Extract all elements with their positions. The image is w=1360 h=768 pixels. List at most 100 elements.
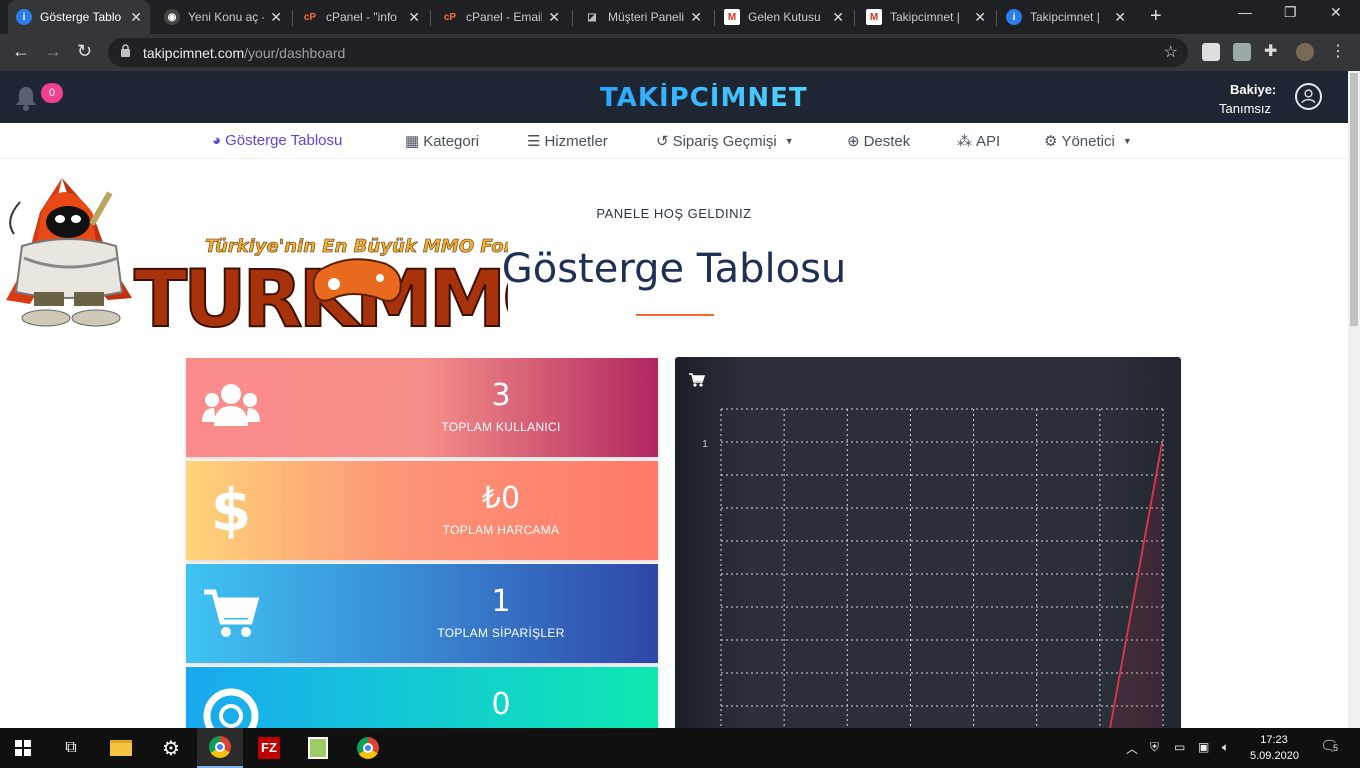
nav-item-services[interactable]: ☰ Hizmetler: [527, 132, 608, 151]
table-icon: ▦: [405, 133, 420, 150]
tab-title: Yeni Konu aç -: [188, 10, 265, 24]
minimize-button[interactable]: —: [1238, 4, 1252, 20]
notepad-plus-icon[interactable]: [295, 728, 341, 768]
list-icon: ☰: [527, 133, 541, 150]
clock-time: 17:23: [1260, 734, 1288, 746]
stat-card-spending[interactable]: $ ₺0 TOPLAM HARCAMA: [186, 461, 658, 560]
gmail-icon: M: [724, 9, 740, 25]
caret-down-icon: ▼: [784, 136, 794, 146]
bell-icon[interactable]: [14, 85, 38, 111]
stat-label: TOPLAM SİPARİŞLER: [437, 626, 565, 640]
browser-tab[interactable]: i Gösterge Tablo ✕: [8, 0, 150, 34]
stat-card-orders[interactable]: 1 TOPLAM SİPARİŞLER: [186, 564, 658, 663]
browser-tab[interactable]: cP cPanel - Email ✕: [434, 0, 568, 34]
url-host: takipcimnet.com: [143, 45, 245, 61]
lifebuoy-icon: ⊕: [847, 133, 860, 150]
dollar-icon: $: [210, 476, 252, 544]
mascot-image: [6, 178, 132, 327]
filezilla-icon[interactable]: FZ: [246, 728, 292, 768]
chrome-taskbar-icon[interactable]: [197, 728, 243, 768]
scrollbar-thumb[interactable]: [1350, 73, 1358, 326]
nav-item-category[interactable]: ▦ Kategori: [405, 132, 479, 151]
site-logo[interactable]: TAKİPCİMNET: [600, 83, 808, 113]
browser-toolbar: ← → ↻ takipcimnet.com/your/dashboard ☆ ✚…: [0, 34, 1360, 71]
settings-gear-icon[interactable]: ⚙: [148, 728, 194, 768]
users-icon: [202, 384, 260, 426]
browser-tab[interactable]: M Takipcimnet | ✕: [858, 0, 994, 34]
browser-tab[interactable]: cP cPanel - "info ✕: [294, 0, 428, 34]
close-icon[interactable]: ✕: [974, 9, 986, 26]
cart-icon: [204, 589, 260, 637]
stat-value: 1: [491, 584, 511, 619]
close-icon[interactable]: ✕: [270, 9, 282, 26]
y-tick-label: 1: [702, 439, 708, 450]
info-icon: i: [16, 9, 32, 25]
chrome-taskbar-icon-2[interactable]: [345, 728, 391, 768]
address-bar[interactable]: takipcimnet.com/your/dashboard ☆: [108, 38, 1188, 67]
notification-badge: 0: [41, 83, 63, 103]
windows-logo-icon: [15, 740, 31, 756]
tab-title: Gösterge Tablo: [40, 10, 122, 24]
browser-tab[interactable]: M Gelen Kutusu ✕: [716, 0, 852, 34]
tab-title: Gelen Kutusu: [748, 10, 821, 24]
nav-label: Sipariş Geçmişi: [672, 132, 777, 150]
close-icon[interactable]: ✕: [1114, 9, 1126, 26]
turkmmo-banner[interactable]: Türkiye'nin En Büyük MMO Forumu TURKMMO: [0, 172, 508, 334]
browser-tab[interactable]: ◉ Yeni Konu aç - ✕: [156, 0, 290, 34]
forward-button[interactable]: →: [44, 41, 62, 62]
browser-tab[interactable]: ◪ Müşteri Paneli ✕: [576, 0, 710, 34]
puzzle-icon[interactable]: ✚: [1264, 43, 1282, 61]
close-icon[interactable]: ✕: [548, 9, 560, 26]
new-tab-button[interactable]: +: [1150, 5, 1162, 28]
title-underline: [636, 314, 714, 316]
security-icon[interactable]: ⛨: [1150, 740, 1159, 755]
stat-value: 3: [491, 378, 511, 413]
close-icon[interactable]: ✕: [832, 9, 844, 26]
action-center-icon[interactable]: 🗨︎5: [1320, 737, 1339, 755]
browser-tab[interactable]: i Takipcimnet | ✕: [998, 0, 1134, 34]
stat-card-users[interactable]: 3 TOPLAM KULLANICI: [186, 358, 658, 457]
volume-icon[interactable]: 🔈︎: [1222, 740, 1229, 755]
dashboard-icon: ◕: [212, 132, 222, 149]
browser-tab-strip: i Gösterge Tablo ✕ ◉ Yeni Konu aç - ✕ cP…: [0, 0, 1360, 34]
close-icon[interactable]: ✕: [130, 9, 142, 26]
reload-button[interactable]: ↻: [77, 41, 92, 62]
nav-label: Gösterge Tablosu: [225, 132, 343, 149]
lifebuoy-icon: [203, 688, 259, 728]
nav-item-support[interactable]: ⊕ Destek: [847, 132, 910, 151]
close-window-button[interactable]: ✕: [1330, 4, 1342, 21]
windows-taskbar: ⧉ ⚙ FZ ︿ ⛨ ▭ ▣ 🔈︎ 17:23 5.09.2020 🗨︎5: [0, 728, 1360, 768]
caret-down-icon: ▼: [1122, 136, 1132, 146]
banner-tagline: Türkiye'nin En Büyük MMO Forumu: [205, 236, 508, 257]
close-icon[interactable]: ✕: [690, 9, 702, 26]
clock-date: 5.09.2020: [1250, 750, 1299, 762]
balance-label: Bakiye:: [1230, 82, 1277, 97]
network-icon[interactable]: ▣: [1198, 740, 1209, 754]
tray-chevron-icon[interactable]: ︿: [1126, 740, 1138, 757]
nav-item-dashboard[interactable]: ◕ Gösterge Tablosu: [212, 132, 342, 149]
file-explorer-icon[interactable]: [98, 728, 144, 768]
qr-extension-icon[interactable]: [1202, 43, 1220, 61]
close-icon[interactable]: ✕: [408, 9, 420, 26]
back-button[interactable]: ←: [12, 41, 30, 62]
system-clock[interactable]: 17:23 5.09.2020: [1250, 732, 1299, 764]
profile-avatar[interactable]: [1296, 43, 1314, 61]
bookmark-star-icon[interactable]: ☆: [1164, 42, 1178, 62]
nav-item-order-history[interactable]: ↺ Sipariş Geçmişi ▼: [656, 132, 794, 151]
site-header: 0 TAKİPCİMNET Bakiye: Tanımsız: [0, 71, 1360, 123]
spy-icon: ◉: [164, 9, 180, 25]
cpanel-icon: cP: [303, 11, 317, 23]
start-button[interactable]: [0, 728, 46, 768]
restore-button[interactable]: ❐: [1284, 4, 1297, 21]
balance-value: Tanımsız: [1219, 101, 1272, 116]
task-view-button[interactable]: ⧉: [48, 728, 94, 768]
history-icon: ↺: [656, 133, 669, 150]
nav-item-admin[interactable]: ⚙ Yönetici ▼: [1044, 132, 1132, 151]
menu-dots-icon[interactable]: ⋮: [1330, 43, 1348, 61]
extension-icon[interactable]: [1233, 43, 1251, 61]
user-circle-icon[interactable]: [1295, 83, 1322, 110]
battery-icon[interactable]: ▭: [1174, 740, 1185, 754]
orders-chart-panel: 1: [675, 357, 1181, 737]
stat-card-tickets[interactable]: 0: [186, 667, 658, 728]
nav-item-api[interactable]: ⁂ API: [957, 132, 1000, 151]
